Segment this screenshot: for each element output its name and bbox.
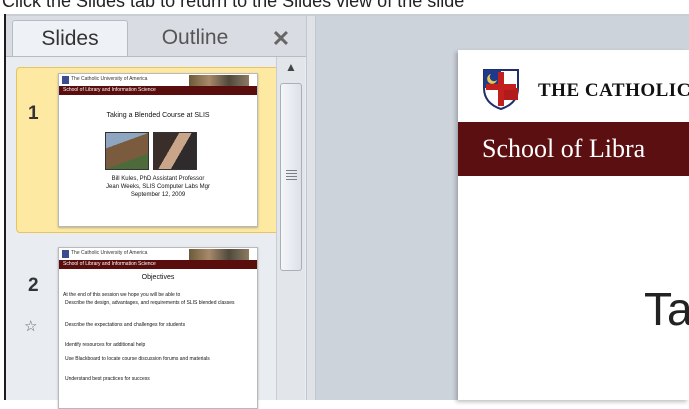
campus-photo (105, 132, 149, 170)
thumb-bullet: Identify resources for additional help (65, 342, 146, 348)
thumb-bullet: Describe the design, advantages, and req… (65, 300, 235, 306)
thumb-bullet: Use Blackboard to locate course discussi… (65, 356, 210, 362)
top-instruction-strip: Click the Slides tab to return to the Sl… (0, 0, 689, 14)
university-crest-icon (483, 69, 519, 110)
scrollbar-thumb[interactable] (280, 83, 302, 271)
thumb-title: Objectives (141, 274, 175, 281)
logo-icon (62, 250, 69, 258)
vertical-scrollbar[interactable]: ▲ (276, 57, 305, 400)
people-photo (153, 132, 197, 170)
thumb-title: Taking a Blended Course at SLIS (106, 112, 210, 119)
university-name: THE CATHOLIC (538, 80, 689, 101)
pane-splitter[interactable] (306, 16, 316, 400)
current-slide[interactable]: THE CATHOLIC School of Libra Ta (458, 50, 689, 400)
scroll-up-arrow-icon[interactable]: ▲ (277, 57, 305, 77)
thumb-bullet: Describe the expectations and challenges… (65, 322, 186, 328)
slides-pane: Slides Outline ✕ 1 The Catholic Universi… (6, 16, 306, 409)
slide-thumbnail-1[interactable]: The Catholic University of America Schoo… (58, 73, 258, 227)
tab-outline[interactable]: Outline (132, 20, 258, 56)
slide-number: 2 (28, 275, 39, 296)
school-name: School of Libra (482, 134, 646, 163)
thumb-university: The Catholic University of America (71, 76, 148, 82)
thumb-line-1: Bill Kules, PhD Assistant Professor (111, 176, 205, 182)
slide-editing-area: THE CATHOLIC School of Libra Ta (316, 16, 689, 400)
slide-thumbnail-2[interactable]: The Catholic University of America Schoo… (58, 247, 258, 409)
instruction-text: Click the Slides tab to return to the Sl… (2, 0, 465, 11)
thumb-band: School of Library and Information Scienc… (59, 260, 257, 269)
thumb-line-3: September 12, 2009 (130, 192, 186, 198)
thumbnail-list: 1 The Catholic University of America Sch… (6, 57, 306, 409)
thumb-band-text: School of Library and Information Scienc… (63, 87, 156, 93)
thumb-band: School of Library and Information Scienc… (59, 86, 257, 95)
slide-number: 1 (28, 103, 39, 124)
thumb-band-text: School of Library and Information Scienc… (63, 261, 156, 267)
thumb-line-2: Jean Weeks, SLIS Computer Labs Mgr (106, 184, 210, 190)
thumb-university: The Catholic University of America (71, 250, 148, 256)
tab-slides[interactable]: Slides (12, 20, 128, 56)
school-band: School of Libra (458, 122, 689, 176)
thumb-bullet: Understand best practices for success (65, 376, 150, 382)
thumb-intro: At the end of this session we hope you w… (63, 292, 181, 298)
pane-tabs: Slides Outline ✕ (6, 16, 306, 57)
animation-star-icon: ☆ (24, 318, 38, 335)
close-icon[interactable]: ✕ (268, 26, 294, 52)
grip-icon (286, 170, 297, 180)
logo-icon (62, 76, 69, 84)
slide-title: Ta (644, 283, 689, 335)
